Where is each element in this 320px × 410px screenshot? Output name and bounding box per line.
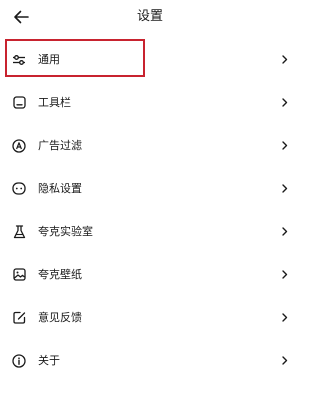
chevron-right-icon — [281, 270, 289, 280]
settings-item-label: 夸克实验室 — [38, 224, 93, 238]
chevron-right-icon — [281, 141, 289, 151]
settings-item-privacy[interactable]: 隐私设置 — [0, 167, 300, 210]
settings-item-wallpaper[interactable]: 夸克壁纸 — [0, 253, 300, 296]
settings-item-general[interactable]: 通用 — [0, 38, 300, 81]
settings-item-lab[interactable]: 夸克实验室 — [0, 210, 300, 253]
settings-item-ad-filter[interactable]: 广告过滤 — [0, 124, 300, 167]
chevron-right-icon — [281, 313, 289, 323]
chevron-right-icon — [281, 184, 289, 194]
chevron-right-icon — [281, 227, 289, 237]
sliders-icon — [12, 53, 26, 67]
settings-item-label: 广告过滤 — [38, 138, 82, 152]
flask-icon — [12, 224, 26, 239]
chevron-right-icon — [281, 98, 289, 108]
settings-item-label: 工具栏 — [38, 95, 71, 109]
wallpaper-icon — [12, 268, 26, 282]
settings-item-feedback[interactable]: 意见反馈 — [0, 296, 300, 339]
privacy-icon — [12, 182, 26, 196]
ad-filter-icon — [12, 138, 26, 153]
settings-item-label: 意见反馈 — [38, 310, 82, 324]
feedback-icon — [12, 311, 26, 325]
chevron-right-icon — [281, 356, 289, 366]
header: 设置 — [0, 0, 300, 34]
settings-item-label: 关于 — [38, 353, 60, 367]
settings-item-label: 夸克壁纸 — [38, 267, 82, 281]
chevron-right-icon — [281, 55, 289, 65]
toolbar-icon — [12, 96, 26, 110]
settings-item-about[interactable]: 关于 — [0, 339, 300, 382]
settings-item-label: 通用 — [38, 52, 60, 66]
settings-item-label: 隐私设置 — [38, 181, 82, 195]
page-title: 设置 — [136, 9, 163, 24]
info-icon — [12, 353, 26, 368]
settings-list: 通用 工具栏 广告过滤 隐私设置 夸克实验室 夸克壁纸 意见反馈 关于 — [0, 38, 300, 382]
settings-item-toolbar[interactable]: 工具栏 — [0, 81, 300, 124]
